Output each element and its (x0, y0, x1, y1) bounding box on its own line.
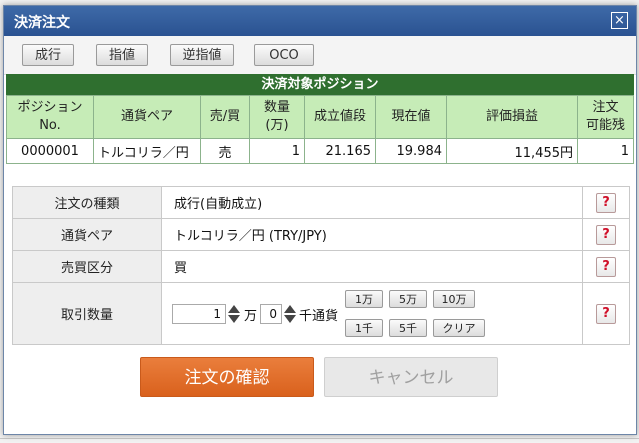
col-position-no: ポジション No. (6, 95, 94, 139)
table-row: 0000001 トルコリラ／円 売 1 21.165 19.984 11,455… (6, 138, 634, 164)
form-row-order-type: 注文の種類 成行(自動成立) ? (12, 186, 630, 219)
spin-up-icon[interactable] (228, 305, 240, 313)
close-icon[interactable]: × (611, 12, 628, 29)
form-row-side: 売買区分 買 ? (12, 250, 630, 283)
form-row-pair: 通貨ペア トルコリラ／円 (TRY/JPY) ? (12, 218, 630, 251)
col-current-price: 現在値 (375, 95, 447, 139)
qty-sen-input[interactable]: 0 (260, 304, 282, 324)
col-entry-price: 成立値段 (304, 95, 376, 139)
cell-current-price: 19.984 (375, 138, 447, 164)
limit-order-button[interactable]: 指値 (96, 44, 148, 66)
add-50k-button[interactable]: 5万 (389, 290, 427, 308)
spin-up-icon[interactable] (284, 305, 296, 313)
col-pair: 通貨ペア (93, 95, 201, 139)
qty-sen-spinner[interactable] (284, 304, 297, 324)
confirm-order-button[interactable]: 注文の確認 (140, 357, 314, 397)
qty-man-input[interactable]: 1 (172, 304, 226, 324)
add-1k-button[interactable]: 1千 (345, 319, 383, 337)
order-type-label: 注文の種類 (12, 186, 162, 219)
cell-profit-loss: 11,455円 (446, 138, 578, 164)
side-label: 売買区分 (12, 250, 162, 283)
clear-button[interactable]: クリア (433, 319, 485, 337)
col-qty: 数量 (万) (249, 95, 305, 139)
pair-value: トルコリラ／円 (TRY/JPY) (161, 218, 583, 251)
col-available: 注文 可能残 (577, 95, 634, 139)
stop-order-button[interactable]: 逆指値 (170, 44, 234, 66)
col-position-no-line1: ポジション (17, 100, 83, 115)
positions-header-row: ポジション No. 通貨ペア 売/買 数量 (万) 成立値段 現在値 評価損益 … (6, 95, 634, 139)
cell-pair: トルコリラ／円 (93, 138, 201, 164)
col-profit-loss: 評価損益 (446, 95, 578, 139)
cell-qty: 1 (249, 138, 305, 164)
dialog-title: 決済注文 (14, 15, 70, 31)
help-icon[interactable]: ? (596, 192, 616, 213)
help-icon[interactable]: ? (596, 303, 616, 324)
spin-down-icon[interactable] (284, 315, 296, 323)
cell-side: 売 (200, 138, 250, 164)
positions-table: ポジション No. 通貨ペア 売/買 数量 (万) 成立値段 現在値 評価損益 … (6, 95, 634, 164)
spin-down-icon[interactable] (228, 315, 240, 323)
cell-available: 1 (577, 138, 634, 164)
quantity-label: 取引数量 (12, 282, 162, 345)
qty-sen-unit: 千通貨 (299, 309, 339, 324)
help-icon[interactable]: ? (596, 256, 616, 277)
cell-position-no: 0000001 (6, 138, 94, 164)
order-form: 注文の種類 成行(自動成立) ? 通貨ペア トルコリラ／円 (TRY/JPY) … (12, 186, 630, 345)
qty-man-unit: 万 (244, 309, 258, 324)
quantity-controls: 1 万 0 千通貨 1万 5万 10万 1千 5千 クリア (161, 282, 583, 345)
col-qty-line1: 数量 (263, 100, 290, 115)
side-value: 買 (161, 250, 583, 283)
close-order-dialog: 決済注文 × 成行 指値 逆指値 OCO 決済対象ポジション ポジション No.… (3, 5, 637, 435)
order-type-value: 成行(自動成立) (161, 186, 583, 219)
background-divider (0, 438, 639, 439)
col-qty-line2: (万) (265, 118, 289, 133)
oco-order-button[interactable]: OCO (254, 44, 314, 66)
qty-man-spinner[interactable] (228, 304, 241, 324)
cell-entry-price: 21.165 (304, 138, 376, 164)
dialog-titlebar: 決済注文 × (4, 6, 636, 36)
col-position-no-line2: No. (39, 118, 61, 133)
add-10k-button[interactable]: 1万 (345, 290, 383, 308)
help-icon[interactable]: ? (596, 224, 616, 245)
positions-header: 決済対象ポジション (6, 74, 634, 95)
col-available-line1: 注文 (592, 100, 619, 115)
pair-label: 通貨ペア (12, 218, 162, 251)
add-5k-button[interactable]: 5千 (389, 319, 427, 337)
add-100k-button[interactable]: 10万 (433, 290, 475, 308)
col-side: 売/買 (200, 95, 250, 139)
market-order-button[interactable]: 成行 (22, 44, 74, 66)
cancel-button[interactable]: キャンセル (324, 357, 498, 397)
col-available-line2: 可能残 (585, 118, 625, 133)
order-type-toolbar: 成行 指値 逆指値 OCO (4, 36, 636, 75)
form-row-quantity: 取引数量 1 万 0 千通貨 1万 5万 10万 1千 5千 クリア ? (12, 282, 630, 345)
